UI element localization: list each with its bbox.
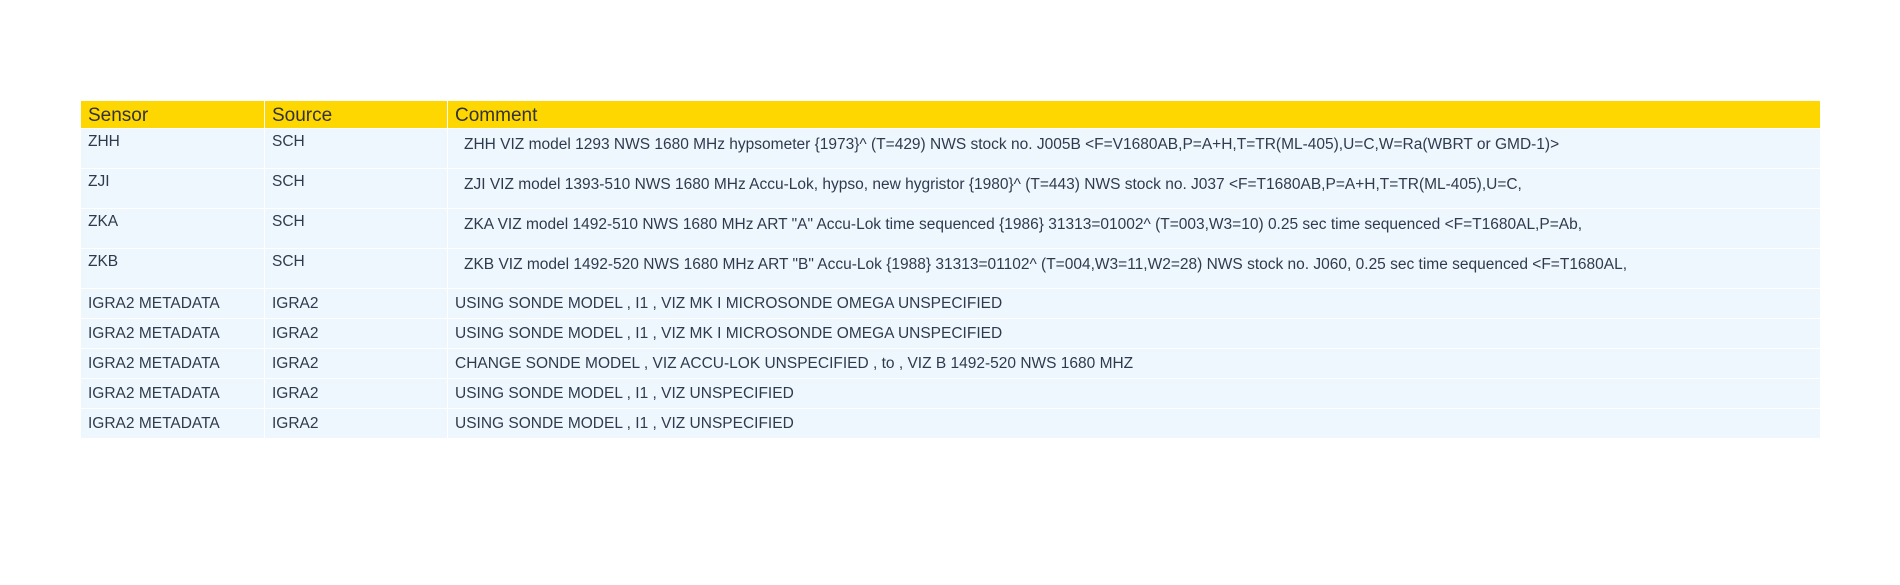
comment-cell: USING SONDE MODEL , I1 , VIZ UNSPECIFIED: [447, 408, 1820, 438]
sensor-cell: ZKB: [81, 248, 264, 288]
table-row: ZHH SCH ZHH VIZ model 1293 NWS 1680 MHz …: [81, 128, 1820, 168]
sensor-cell: ZKA: [81, 208, 264, 248]
table-row: IGRA2 METADATA IGRA2 USING SONDE MODEL ,…: [81, 318, 1820, 348]
sensor-cell: IGRA2 METADATA: [81, 378, 264, 408]
table-row: ZKB SCH ZKB VIZ model 1492-520 NWS 1680 …: [81, 248, 1820, 288]
source-cell: SCH: [264, 168, 447, 208]
header-row: Sensor Source Comment: [81, 101, 1820, 128]
source-cell: IGRA2: [264, 348, 447, 378]
comment-cell: USING SONDE MODEL , I1 , VIZ MK I MICROS…: [447, 288, 1820, 318]
source-cell: IGRA2: [264, 288, 447, 318]
sensor-cell: ZJI: [81, 168, 264, 208]
sensor-cell: IGRA2 METADATA: [81, 318, 264, 348]
source-cell: SCH: [264, 128, 447, 168]
page: Sensor Source Comment ZHH SCH ZHH VIZ mo…: [0, 0, 1900, 585]
source-cell: IGRA2: [264, 378, 447, 408]
comment-cell: ZHH VIZ model 1293 NWS 1680 MHz hypsomet…: [447, 128, 1820, 168]
table-row: ZJI SCH ZJI VIZ model 1393-510 NWS 1680 …: [81, 168, 1820, 208]
comment-cell: ZJI VIZ model 1393-510 NWS 1680 MHz Accu…: [447, 168, 1820, 208]
table-row: IGRA2 METADATA IGRA2 USING SONDE MODEL ,…: [81, 288, 1820, 318]
sensor-cell: IGRA2 METADATA: [81, 408, 264, 438]
table-row: ZKA SCH ZKA VIZ model 1492-510 NWS 1680 …: [81, 208, 1820, 248]
comment-cell: CHANGE SONDE MODEL , VIZ ACCU-LOK UNSPEC…: [447, 348, 1820, 378]
comment-cell: ZKB VIZ model 1492-520 NWS 1680 MHz ART …: [447, 248, 1820, 288]
table-row: IGRA2 METADATA IGRA2 USING SONDE MODEL ,…: [81, 408, 1820, 438]
comment-cell: ZKA VIZ model 1492-510 NWS 1680 MHz ART …: [447, 208, 1820, 248]
source-cell: IGRA2: [264, 318, 447, 348]
source-cell: IGRA2: [264, 408, 447, 438]
table-row: IGRA2 METADATA IGRA2 CHANGE SONDE MODEL …: [81, 348, 1820, 378]
sensor-cell: IGRA2 METADATA: [81, 288, 264, 318]
source-cell: SCH: [264, 248, 447, 288]
comment-cell: USING SONDE MODEL , I1 , VIZ UNSPECIFIED: [447, 378, 1820, 408]
table-body: ZHH SCH ZHH VIZ model 1293 NWS 1680 MHz …: [81, 128, 1820, 438]
header-comment: Comment: [447, 101, 1820, 128]
header-source: Source: [264, 101, 447, 128]
table-header: Sensor Source Comment: [81, 101, 1820, 128]
sensor-cell: ZHH: [81, 128, 264, 168]
comment-cell: USING SONDE MODEL , I1 , VIZ MK I MICROS…: [447, 318, 1820, 348]
source-cell: SCH: [264, 208, 447, 248]
table-row: IGRA2 METADATA IGRA2 USING SONDE MODEL ,…: [81, 378, 1820, 408]
header-sensor: Sensor: [81, 101, 264, 128]
sensor-cell: IGRA2 METADATA: [81, 348, 264, 378]
sensor-table: Sensor Source Comment ZHH SCH ZHH VIZ mo…: [81, 101, 1820, 438]
